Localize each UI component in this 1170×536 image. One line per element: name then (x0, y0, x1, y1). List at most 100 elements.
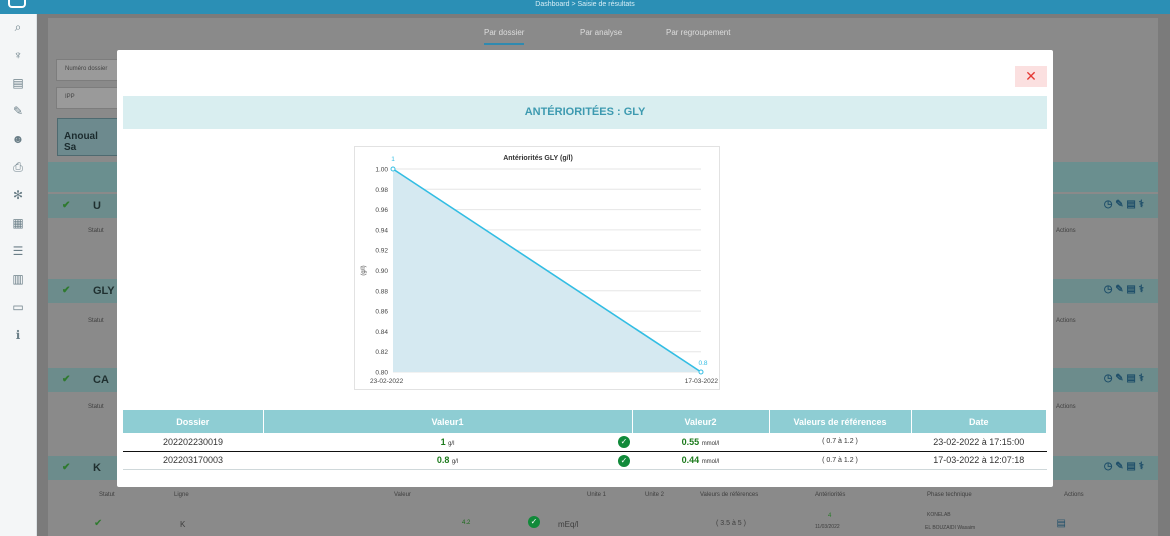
phase-technician: EL BOUZAIDI Wasaim (925, 525, 976, 531)
ligne-value: K (180, 520, 186, 529)
edit-icon[interactable]: ✎ (11, 104, 25, 118)
section-actions-icon[interactable]: ◷ ✎ ▤ ⚕ (1104, 461, 1144, 472)
table-row: 202202230019 1 g/l ✓ 0.55 mmol/l ( 0.7 à… (123, 433, 1047, 452)
comment-icon[interactable]: ▤ (1057, 518, 1066, 529)
phase-instrument: KONELAB (927, 512, 951, 518)
double-check-icon: ✔ (62, 462, 71, 473)
double-check-icon: ✔ (62, 285, 71, 296)
unite-value: mEq/l (558, 520, 579, 529)
column-unite1: Unite 1 (587, 492, 607, 498)
y-tick-label: 0.88 (375, 288, 388, 295)
y-axis-label: (g/l) (361, 265, 367, 275)
column-valeur: Valeur (394, 492, 411, 498)
results-table: Dossier Valeur1 Valeur2 Valeurs de référ… (123, 410, 1047, 470)
valeur2-cell: 0.55 mmol/l (632, 433, 769, 452)
date-cell: 17-03-2022 à 12:07:18 (911, 451, 1047, 470)
data-label: 1 (391, 156, 395, 163)
section-actions-icon[interactable]: ◷ ✎ ▤ ⚕ (1104, 199, 1144, 210)
validated-icon: ✓ (618, 454, 630, 467)
section-actions-icon[interactable]: ◷ ✎ ▤ ⚕ (1104, 373, 1144, 384)
top-bar: Dashboard > Saisie de résultats (0, 0, 1170, 14)
table-row: 202203170003 0.8 g/l ✓ 0.44 mmol/l ( 0.7… (123, 451, 1047, 470)
tab-par-regroupement[interactable]: Par regroupement (666, 28, 730, 37)
y-tick-label: 0.80 (375, 370, 388, 377)
user-icon[interactable]: ☻ (11, 132, 25, 146)
valeur1-value: 0.8 (436, 455, 450, 465)
y-tick-label: 0.84 (375, 329, 388, 336)
date-cell: 23-02-2022 à 17:15:00 (911, 433, 1047, 452)
x-tick-label: 23-02-2022 (370, 378, 404, 385)
column-actions: Actions (1064, 492, 1084, 498)
y-tick-label: 0.90 (375, 268, 388, 275)
search-icon[interactable]: ⌕ (11, 20, 25, 34)
double-check-icon: ✔ (62, 200, 71, 211)
th-valeur2: Valeur2 (632, 410, 770, 433)
valeur2-unit: mmol/l (701, 440, 720, 447)
chart-title: Antériorités GLY (g/l) (503, 155, 573, 162)
double-check-icon: ✔ (94, 518, 103, 529)
tabs: Par dossier Par analyse Par regroupement (457, 24, 857, 48)
data-label: 0.8 (698, 360, 707, 367)
column-phase: Phase technique (927, 492, 972, 498)
refs-cell: ( 0.7 à 1.2 ) (769, 451, 911, 470)
column-unite2: Unite 2 (645, 492, 665, 498)
anteriorites-chart: Antériorités GLY (g/l) 1.00 0.98 0.96 0.94 0.… (354, 146, 720, 390)
validated-icon: ✓ (618, 436, 630, 448)
valeur2-value: 0.55 (681, 436, 700, 447)
y-tick-label: 0.98 (375, 187, 388, 194)
column-actions: Actions (1056, 228, 1076, 234)
column-statut: Statut (88, 318, 104, 324)
chart-svg: Antériorités GLY (g/l) 1.00 0.98 0.96 0.94 0.… (361, 155, 719, 385)
y-tick-label: 1.00 (375, 167, 388, 174)
tab-par-dossier[interactable]: Par dossier (484, 28, 525, 45)
column-statut: Statut (99, 492, 115, 498)
th-dossier: Dossier (123, 410, 264, 433)
dossier-cell: 202202230019 (123, 433, 263, 452)
info-icon[interactable]: ℹ (11, 328, 25, 342)
y-tick-label: 0.86 (375, 309, 388, 316)
valeur2-cell: 0.44 mmol/l (632, 451, 769, 470)
valeur1-cell: 1 g/l ✓ (263, 433, 632, 452)
close-button[interactable]: ✕ (1015, 66, 1047, 87)
data-point (390, 166, 396, 172)
tab-par-analyse[interactable]: Par analyse (580, 28, 622, 37)
sidebar: ⌕ ♆ ▤ ✎ ☻ ⎙ ✻ ▦ ☰ ▥ ▭ ℹ (0, 14, 37, 536)
header-row: Statut Ligne Valeur Unite 1 Unite 2 Vale… (48, 486, 1158, 506)
section-actions-icon[interactable]: ◷ ✎ ▤ ⚕ (1104, 284, 1144, 295)
y-tick-label: 0.96 (375, 207, 388, 214)
laptop-icon[interactable]: ▭ (11, 300, 25, 314)
modal-title: ANTÉRIORITÉES : GLY (524, 106, 646, 118)
valeur1-unit: g/l (451, 459, 459, 465)
table-row-k: ✔ K 4.2 ✓ mEq/l ( 3.5 à 5 ) 4 11/03/2022… (48, 512, 1158, 536)
anter-date: 11/03/2022 (815, 524, 840, 530)
column-statut: Statut (88, 404, 104, 410)
anter-value: 4 (828, 513, 832, 519)
ipp-field[interactable]: IPP (56, 87, 118, 109)
y-tick-label: 0.92 (375, 248, 388, 255)
stethoscope-icon[interactable]: ♆ (11, 48, 25, 62)
section-name: GLY (93, 285, 115, 297)
column-statut: Statut (88, 228, 104, 234)
gear-icon[interactable]: ✻ (11, 188, 25, 202)
valeur1-unit: g/l (448, 440, 455, 447)
dossier-field[interactable]: Numéro dossier (56, 59, 118, 81)
th-valeur1: Valeur1 (263, 410, 633, 433)
column-refs: Valeurs de références (700, 492, 759, 498)
valeur-value: 4.2 (462, 520, 471, 526)
patient-name: Anoual Sa (57, 118, 119, 156)
calculator-icon[interactable]: ▦ (11, 216, 25, 230)
y-tick-label: 0.82 (375, 349, 388, 356)
bar-chart-icon[interactable]: ▥ (11, 272, 25, 286)
valeur2-unit: mmol/l (701, 459, 720, 465)
validated-icon: ✓ (528, 516, 540, 528)
list-icon[interactable]: ☰ (11, 244, 25, 258)
column-anteriorites: Antériorités (815, 492, 846, 498)
x-tick-label: 17-03-2022 (685, 378, 719, 385)
refs-value: ( 3.5 à 5 ) (716, 520, 746, 527)
section-name: K (93, 462, 101, 474)
double-check-icon: ✔ (62, 374, 71, 385)
print-icon[interactable]: ⎙ (11, 160, 25, 174)
report-icon[interactable]: ▤ (11, 76, 25, 90)
column-actions: Actions (1056, 318, 1076, 324)
modal-title-bar: ANTÉRIORITÉES : GLY (123, 96, 1047, 129)
